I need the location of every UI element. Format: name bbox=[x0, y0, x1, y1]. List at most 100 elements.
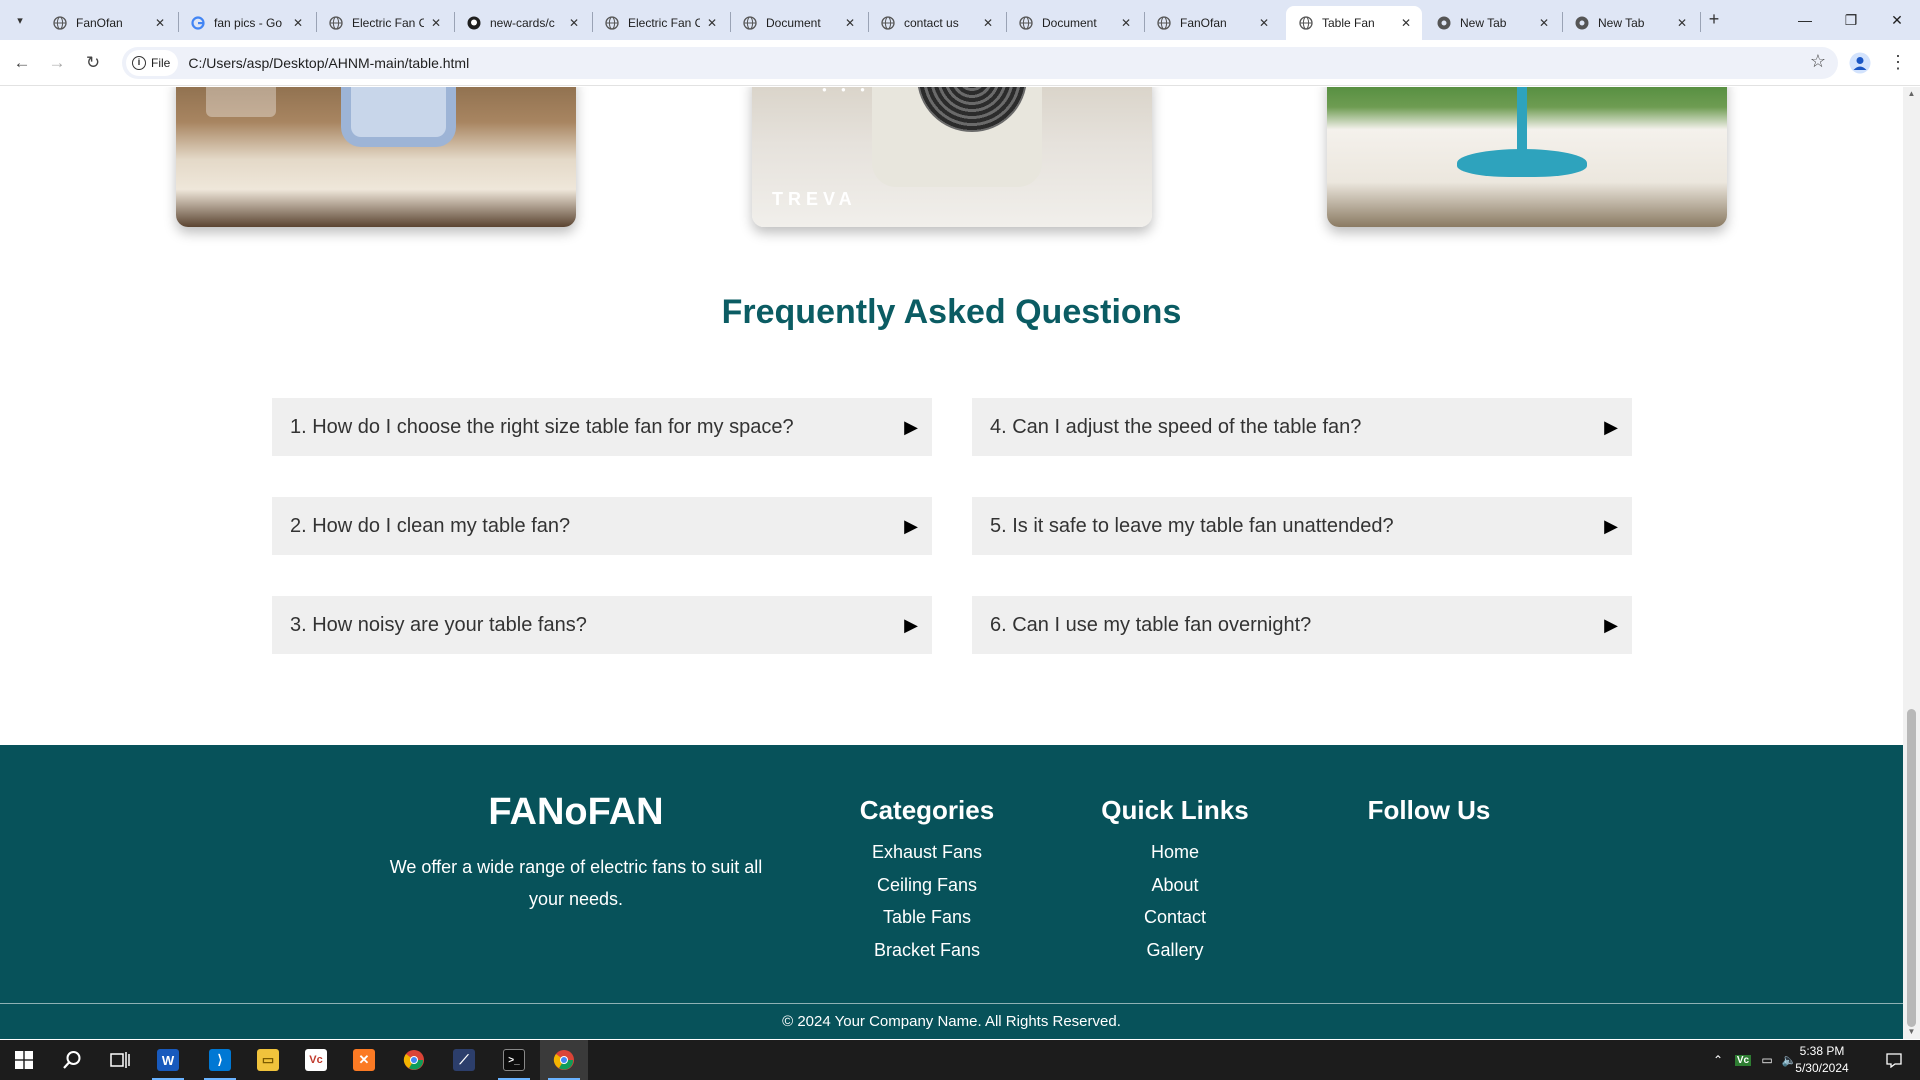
close-icon[interactable]: ✕ bbox=[1674, 15, 1690, 31]
clock-date: 5/30/2024 bbox=[1795, 1061, 1849, 1075]
footer-link-exhaust-fans[interactable]: Exhaust Fans bbox=[852, 836, 1002, 869]
start-icon[interactable] bbox=[0, 1040, 48, 1080]
tab-label: New Tab bbox=[1598, 16, 1645, 30]
tab-electric-fan-2[interactable]: Electric Fan C ✕ bbox=[592, 6, 728, 40]
footer-follow-us: Follow Us bbox=[1364, 795, 1494, 836]
close-icon[interactable]: ✕ bbox=[1398, 15, 1414, 31]
product-image-blue-fan[interactable] bbox=[176, 87, 576, 227]
footer-link-contact[interactable]: Contact bbox=[1100, 901, 1250, 934]
profile-avatar-icon[interactable] bbox=[1846, 49, 1874, 77]
notification-icon[interactable] bbox=[1874, 1040, 1914, 1080]
taskbar-clock[interactable]: 5:38 PM 5/30/2024 bbox=[1782, 1043, 1862, 1077]
tab-new-2[interactable]: New Tab ✕ bbox=[1562, 6, 1698, 40]
footer-link-about[interactable]: About bbox=[1100, 869, 1250, 902]
close-icon[interactable]: ✕ bbox=[566, 15, 582, 31]
scroll-down-icon[interactable]: ▼ bbox=[1907, 1027, 1916, 1037]
tab-table-fan[interactable]: Table Fan ✕ bbox=[1286, 6, 1422, 40]
tab-fanofan-2[interactable]: FanOfan ✕ bbox=[1144, 6, 1280, 40]
file-explorer-icon[interactable]: ▭ bbox=[244, 1040, 292, 1080]
reload-icon[interactable]: ↻ bbox=[79, 49, 107, 77]
faq-item-4[interactable]: 4. Can I adjust the speed of the table f… bbox=[972, 398, 1632, 456]
new-tab-button[interactable]: + bbox=[1702, 8, 1726, 32]
word-icon[interactable]: W bbox=[144, 1040, 192, 1080]
treva-brand-mark: TREVA bbox=[772, 189, 857, 209]
expand-arrow-icon[interactable]: ▶ bbox=[904, 417, 918, 438]
faq-item-2[interactable]: 2. How do I clean my table fan? ▶ bbox=[272, 497, 932, 555]
close-icon[interactable]: ✕ bbox=[980, 15, 996, 31]
faq-item-3[interactable]: 3. How noisy are your table fans? ▶ bbox=[272, 596, 932, 654]
expand-arrow-icon[interactable]: ▶ bbox=[1604, 615, 1618, 636]
task-view-icon[interactable] bbox=[96, 1040, 144, 1080]
footer-description: We offer a wide range of electric fans t… bbox=[389, 857, 763, 909]
footer-link-ceiling-fans[interactable]: Ceiling Fans bbox=[852, 869, 1002, 902]
close-icon[interactable]: ✕ bbox=[1118, 15, 1134, 31]
categories-heading: Categories bbox=[859, 795, 995, 825]
tab-document-1[interactable]: Document ✕ bbox=[730, 6, 866, 40]
site-info-chip[interactable]: i File bbox=[126, 50, 179, 76]
close-icon[interactable]: ✕ bbox=[1536, 15, 1552, 31]
close-icon[interactable]: ✕ bbox=[1256, 15, 1272, 31]
product-image-treva-fan[interactable]: ● ● ● ● TREVA bbox=[752, 87, 1152, 227]
scroll-up-icon[interactable]: ▲ bbox=[1907, 89, 1916, 99]
faq-item-5[interactable]: 5. Is it safe to leave my table fan unat… bbox=[972, 497, 1632, 555]
window-close-icon[interactable]: ✕ bbox=[1874, 0, 1920, 40]
expand-arrow-icon[interactable]: ▶ bbox=[1604, 516, 1618, 537]
scroll-thumb[interactable] bbox=[1907, 709, 1916, 1027]
url-text[interactable]: C:/Users/asp/Desktop/AHNM-main/table.htm… bbox=[188, 55, 469, 71]
close-icon[interactable]: ✕ bbox=[704, 15, 720, 31]
tab-github[interactable]: new-cards/c ✕ bbox=[454, 6, 590, 40]
tab-search-chevron-icon[interactable]: ▾ bbox=[8, 8, 32, 32]
tab-label: fan pics - Go bbox=[214, 16, 283, 30]
forward-icon[interactable]: → bbox=[43, 49, 71, 77]
chrome-active-icon[interactable] bbox=[540, 1040, 588, 1080]
tab-electric-fan-1[interactable]: Electric Fan C ✕ bbox=[316, 6, 452, 40]
page-scrollbar[interactable]: ▲ ▼ bbox=[1903, 87, 1920, 1039]
globe-icon bbox=[880, 15, 896, 31]
footer-link-home[interactable]: Home bbox=[1100, 836, 1250, 869]
chrome-icon bbox=[1436, 15, 1452, 31]
globe-icon bbox=[1298, 15, 1314, 31]
faq-item-1[interactable]: 1. How do I choose the right size table … bbox=[272, 398, 932, 456]
close-icon[interactable]: ✕ bbox=[152, 15, 168, 31]
scheme-label: File bbox=[151, 56, 171, 70]
address-bar[interactable]: i File C:/Users/asp/Desktop/AHNM-main/ta… bbox=[122, 47, 1838, 79]
minimize-icon[interactable]: — bbox=[1782, 0, 1828, 40]
chrome-icon[interactable] bbox=[390, 1040, 438, 1080]
ide-icon[interactable]: ⟋ bbox=[440, 1040, 488, 1080]
terminal-icon[interactable]: >_ bbox=[490, 1040, 538, 1080]
close-icon[interactable]: ✕ bbox=[428, 15, 444, 31]
browser-toolbar: ← → ↻ i File C:/Users/asp/Desktop/AHNM-m… bbox=[0, 40, 1920, 86]
expand-arrow-icon[interactable]: ▶ bbox=[904, 516, 918, 537]
footer-link-bracket-fans[interactable]: Bracket Fans bbox=[852, 934, 1002, 967]
tab-contact-us[interactable]: contact us ✕ bbox=[868, 6, 1004, 40]
footer-link-gallery[interactable]: Gallery bbox=[1100, 934, 1250, 967]
restore-icon[interactable]: ❐ bbox=[1828, 0, 1874, 40]
tab-label: Document bbox=[1042, 16, 1097, 30]
tab-new-1[interactable]: New Tab ✕ bbox=[1424, 6, 1560, 40]
footer-divider bbox=[0, 1003, 1903, 1004]
faq-title: Frequently Asked Questions bbox=[721, 293, 1182, 331]
close-icon[interactable]: ✕ bbox=[842, 15, 858, 31]
tab-fanofan-1[interactable]: FanOfan ✕ bbox=[40, 6, 176, 40]
search-icon[interactable] bbox=[48, 1040, 96, 1080]
bookmark-star-icon[interactable]: ☆ bbox=[1810, 51, 1826, 72]
tab-strip: ▾ FanOfan ✕ fan pics - Go ✕ Electric Fan… bbox=[0, 0, 1920, 40]
faq-question: 4. Can I adjust the speed of the table f… bbox=[990, 415, 1362, 438]
xampp-icon[interactable]: ✕ bbox=[340, 1040, 388, 1080]
expand-arrow-icon[interactable]: ▶ bbox=[1604, 417, 1618, 438]
tray-chevron-up-icon[interactable]: ⌃ bbox=[1706, 1040, 1730, 1080]
footer-link-table-fans[interactable]: Table Fans bbox=[852, 901, 1002, 934]
tab-fan-pics[interactable]: fan pics - Go ✕ bbox=[178, 6, 314, 40]
network-icon[interactable]: ▭ bbox=[1756, 1040, 1778, 1080]
tab-document-2[interactable]: Document ✕ bbox=[1006, 6, 1142, 40]
faq-item-6[interactable]: 6. Can I use my table fan overnight? ▶ bbox=[972, 596, 1632, 654]
vc-icon[interactable]: Vc bbox=[292, 1040, 340, 1080]
vscode-icon[interactable]: ⟩ bbox=[196, 1040, 244, 1080]
menu-kebab-icon[interactable]: ⋮ bbox=[1886, 49, 1910, 77]
info-icon: i bbox=[132, 56, 146, 70]
product-image-teal-fan[interactable] bbox=[1327, 87, 1727, 227]
close-icon[interactable]: ✕ bbox=[290, 15, 306, 31]
back-icon[interactable]: ← bbox=[8, 49, 36, 77]
tray-vc-icon[interactable]: Vc bbox=[1732, 1040, 1754, 1080]
expand-arrow-icon[interactable]: ▶ bbox=[904, 615, 918, 636]
